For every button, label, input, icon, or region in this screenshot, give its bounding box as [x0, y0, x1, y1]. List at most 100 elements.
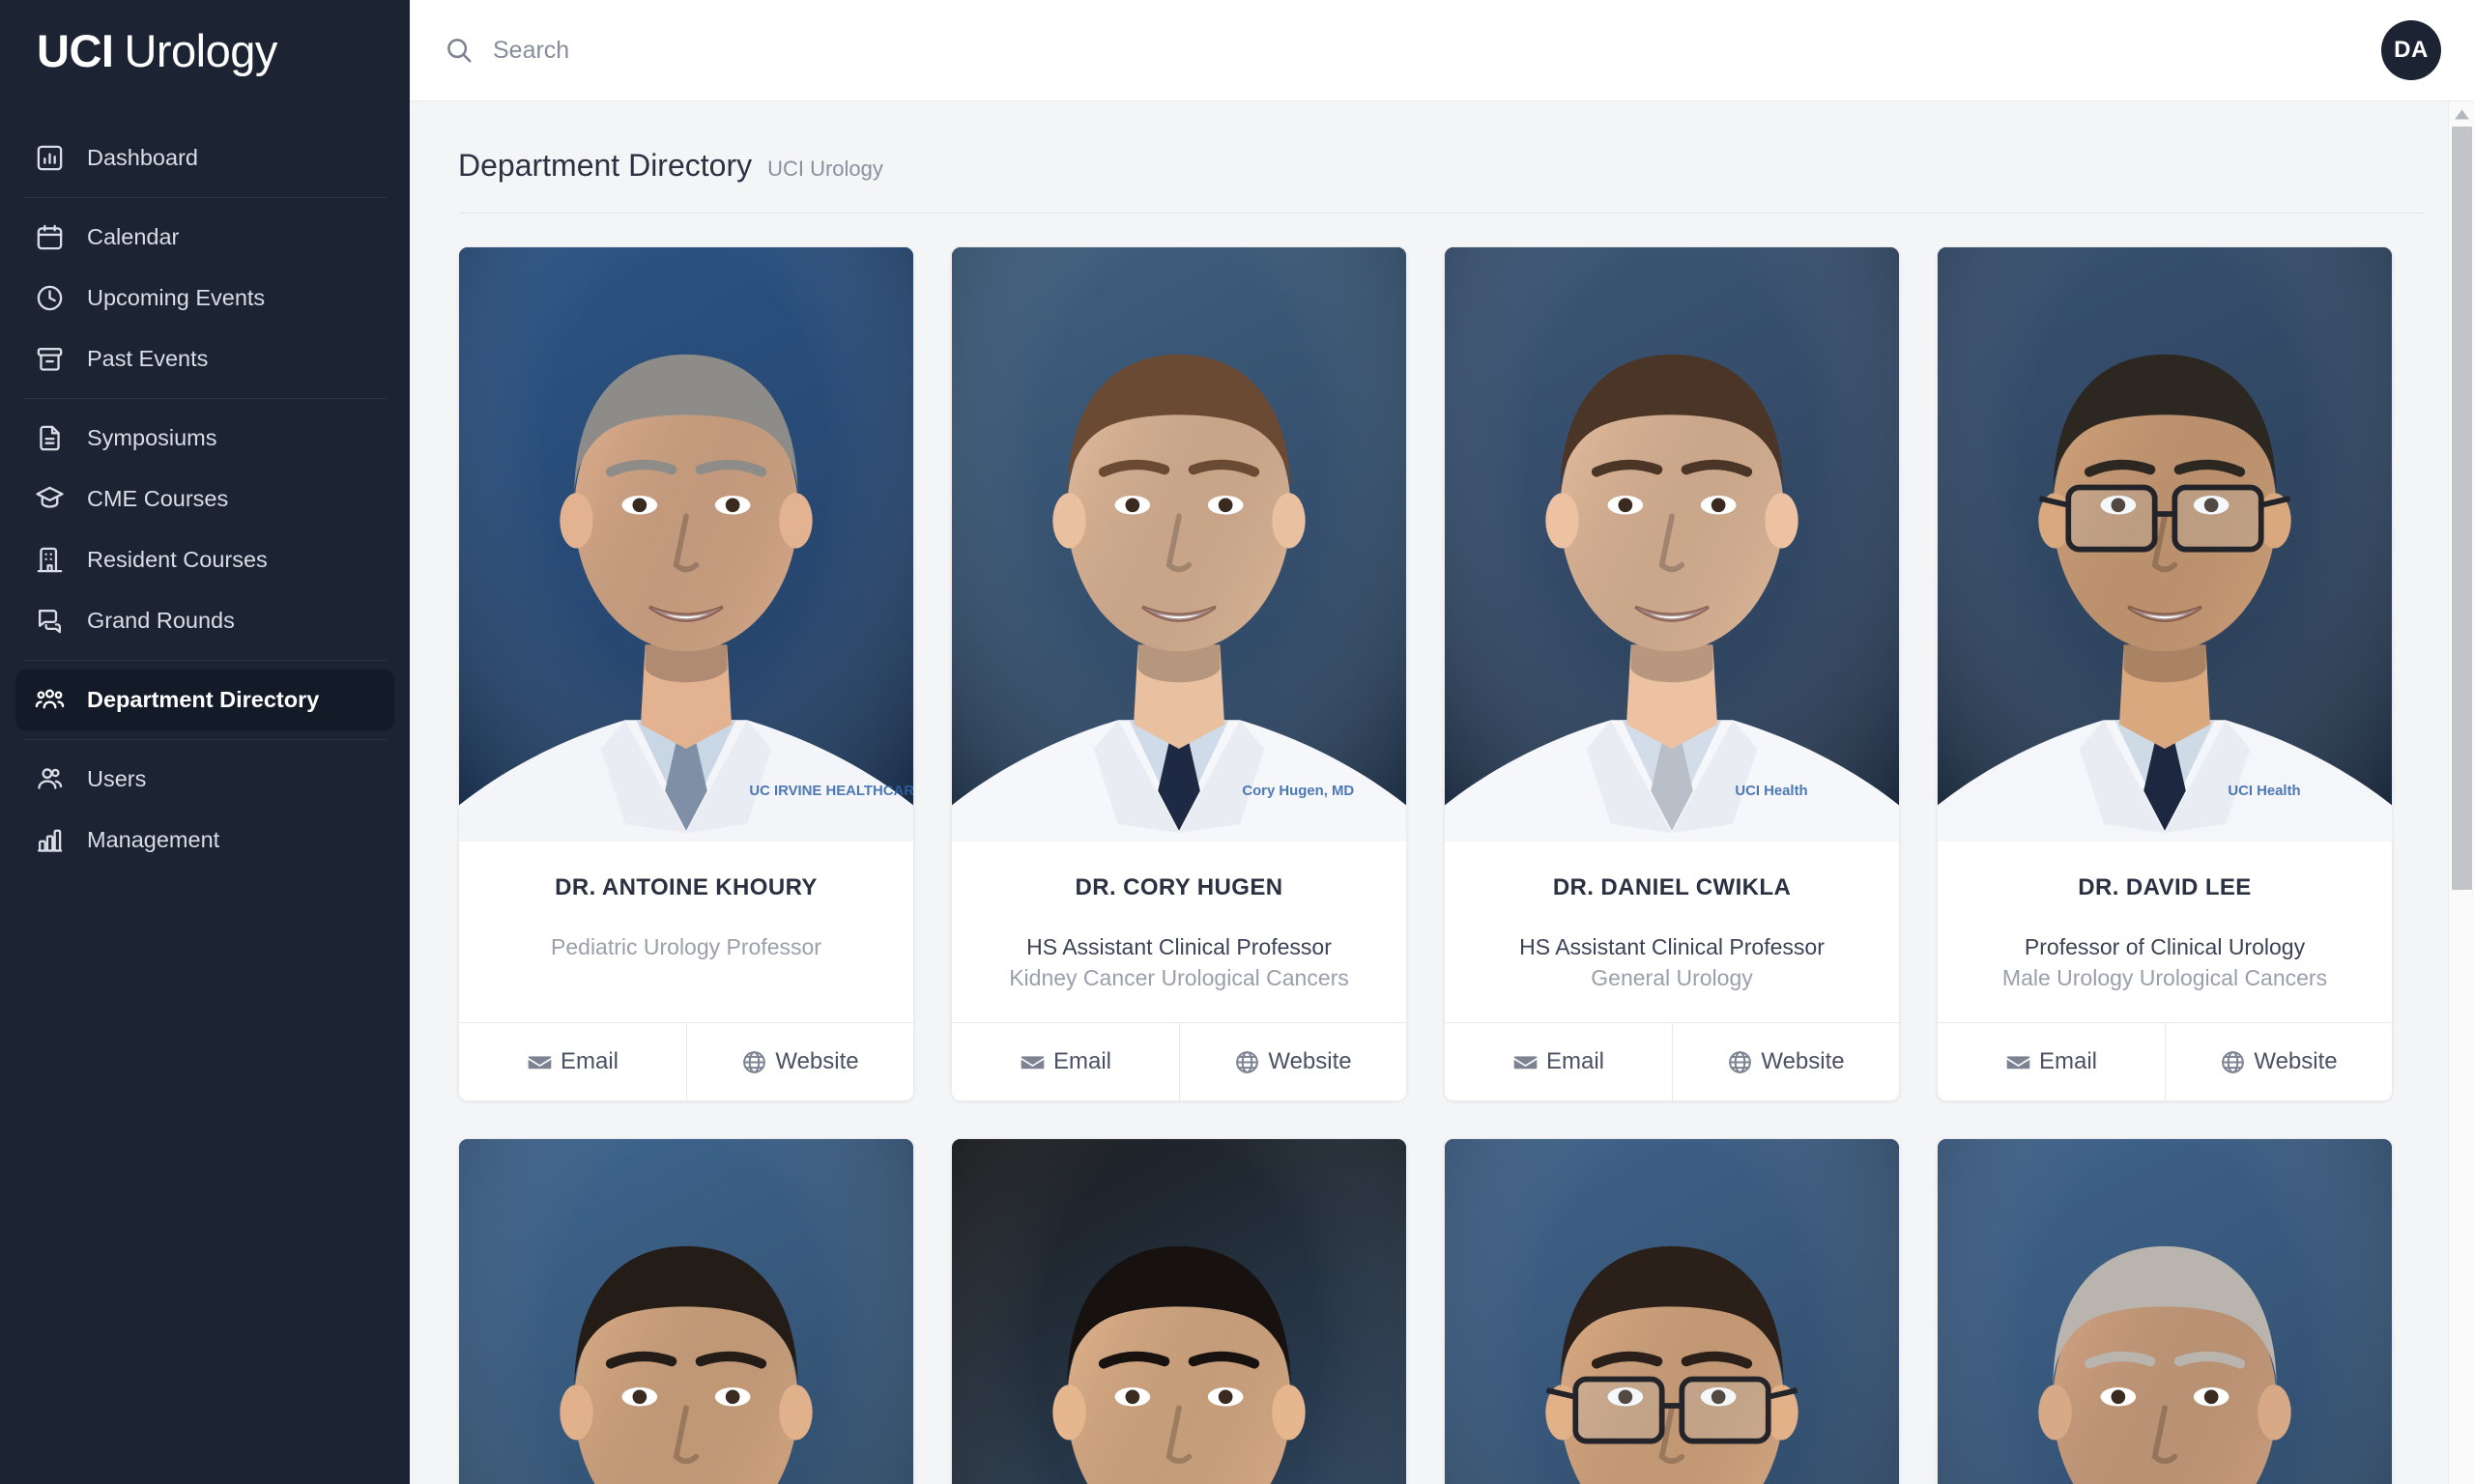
search-input[interactable]: [493, 26, 1169, 74]
sidebar: UCI Urology Dashboard Calendar Upcoming Ev…: [0, 0, 410, 1484]
card-body: DR. ANTOINE KHOURY Pediatric Urology Prof…: [459, 842, 913, 1022]
sidebar-item-grand-rounds[interactable]: Grand Rounds: [15, 590, 394, 651]
brand-logo[interactable]: UCI Urology: [0, 0, 410, 101]
doctor-specialty: General Urology: [1591, 964, 1753, 990]
card-body: DR. DAVID LEE Professor of Clinical Urolo…: [1938, 842, 2392, 1022]
directory-grid: UC IRVINE HEALTHCARE DR. ANTOINE KHOURY P…: [458, 214, 2426, 1484]
card-actions: Email Website: [1938, 1022, 2392, 1101]
sidebar-item-label: Dashboard: [87, 145, 198, 170]
sidebar-item-symposiums[interactable]: Symposiums: [15, 408, 394, 469]
scrollbar-thumb[interactable]: [2452, 127, 2472, 890]
website-label: Website: [1761, 1048, 1845, 1075]
directory-card[interactable]: Cory Hugen, MD DR. CORY HUGEN HS Assistan…: [951, 246, 1407, 1102]
avatar[interactable]: DA: [2381, 20, 2441, 80]
page-title: Department Directory: [458, 148, 753, 183]
email-label: Email: [2038, 1048, 2097, 1075]
graduation-cap-icon: [33, 483, 66, 516]
card-actions: Email Website: [459, 1022, 913, 1101]
envelope-icon: [527, 1049, 553, 1075]
sidebar-item-label: Department Directory: [87, 687, 320, 712]
sidebar-group: Calendar Upcoming Events Past Events: [15, 198, 394, 398]
card-actions: Email Website: [1445, 1022, 1899, 1101]
sidebar-item-calendar[interactable]: Calendar: [15, 207, 394, 268]
top-bar: DA: [410, 0, 2474, 101]
scroll-up-button[interactable]: [2449, 101, 2474, 127]
sidebar-item-cme-courses[interactable]: CME Courses: [15, 469, 394, 529]
doctor-photo: UCI Health: [1445, 247, 1899, 842]
envelope-icon: [2005, 1049, 2031, 1075]
sidebar-item-upcoming-events[interactable]: Upcoming Events: [15, 268, 394, 328]
content-scroll-area: Department Directory UCI Urology UC IRVI…: [410, 101, 2474, 1484]
email-button[interactable]: Email: [952, 1023, 1179, 1101]
sidebar-item-users[interactable]: Users: [15, 749, 394, 810]
website-button[interactable]: Website: [1672, 1023, 1899, 1101]
sidebar-item-label: Resident Courses: [87, 547, 268, 572]
doctor-specialty: Male Urology Urological Cancers: [2001, 964, 2328, 990]
vertical-scrollbar[interactable]: [2448, 101, 2474, 1484]
users-icon: [33, 763, 66, 796]
sidebar-item-label: Grand Rounds: [87, 608, 235, 633]
sidebar-item-label: Calendar: [87, 224, 180, 249]
doctor-name: DR. ANTOINE KHOURY: [555, 874, 818, 900]
website-label: Website: [1268, 1048, 1352, 1075]
directory-card[interactable]: [1444, 1138, 1900, 1484]
doctor-photo: Cory Hugen, MD: [952, 247, 1406, 842]
doctor-title: Professor of Clinical Urology: [2024, 934, 2306, 959]
email-button[interactable]: Email: [459, 1023, 686, 1101]
bar-chart-icon: [33, 824, 66, 857]
doctor-photo: [459, 1139, 913, 1484]
website-button[interactable]: Website: [2165, 1023, 2392, 1101]
svg-text:UCI Health: UCI Health: [1735, 784, 1807, 799]
directory-card[interactable]: [1937, 1138, 2393, 1484]
email-label: Email: [1052, 1048, 1111, 1075]
content-inner: Department Directory UCI Urology UC IRVI…: [410, 101, 2474, 1484]
sidebar-group: Users Management: [15, 740, 394, 879]
email-label: Email: [560, 1048, 618, 1075]
sidebar-item-department-directory[interactable]: Department Directory: [15, 670, 394, 730]
directory-card[interactable]: UCI Health DR. DAVID LEE Professor of Cli…: [1937, 246, 2393, 1102]
sidebar-item-past-events[interactable]: Past Events: [15, 328, 394, 389]
website-button[interactable]: Website: [686, 1023, 913, 1101]
globe-icon: [2220, 1049, 2246, 1075]
sidebar-group: Symposiums CME Courses Resident Courses Gra…: [15, 399, 394, 660]
document-icon: [33, 422, 66, 455]
main-area: DA Department Directory UCI Urology: [410, 0, 2474, 1484]
envelope-icon: [1512, 1049, 1539, 1075]
directory-card[interactable]: UCI Health DR. DANIEL CWIKLA HS Assistant…: [1444, 246, 1900, 1102]
sidebar-item-management[interactable]: Management: [15, 810, 394, 870]
avatar-initials: DA: [2394, 37, 2429, 63]
svg-text:UCI Health: UCI Health: [2228, 784, 2300, 799]
sidebar-item-resident-courses[interactable]: Resident Courses: [15, 529, 394, 590]
clock-icon: [33, 282, 66, 315]
sidebar-group: Dashboard: [15, 119, 394, 197]
svg-text:Cory Hugen, MD: Cory Hugen, MD: [1242, 784, 1354, 799]
doctor-title: Pediatric Urology Professor: [551, 934, 821, 959]
dashboard-icon: [33, 142, 66, 175]
email-button[interactable]: Email: [1445, 1023, 1672, 1101]
sidebar-nav: Dashboard Calendar Upcoming Events Past Eve…: [0, 101, 410, 879]
website-label: Website: [775, 1048, 859, 1075]
brand-light-text: Urology: [124, 25, 277, 76]
doctor-specialty: Kidney Cancer Urological Cancers: [1009, 964, 1349, 990]
website-button[interactable]: Website: [1179, 1023, 1406, 1101]
card-actions: Email Website: [952, 1022, 1406, 1101]
sidebar-item-dashboard[interactable]: Dashboard: [15, 128, 394, 188]
sidebar-item-label: Users: [87, 766, 147, 791]
doctor-name: DR. DANIEL CWIKLA: [1552, 874, 1792, 900]
doctor-photo: [1938, 1139, 2392, 1484]
globe-icon: [741, 1049, 767, 1075]
sidebar-item-label: CME Courses: [87, 486, 229, 511]
building-icon: [33, 544, 66, 577]
directory-card[interactable]: [951, 1138, 1407, 1484]
directory-card[interactable]: UC IRVINE HEALTHCARE DR. ANTOINE KHOURY P…: [458, 246, 914, 1102]
email-button[interactable]: Email: [1938, 1023, 2165, 1101]
page-subtitle: UCI Urology: [767, 157, 883, 181]
directory-card[interactable]: [458, 1138, 914, 1484]
doctor-title: HS Assistant Clinical Professor: [1026, 934, 1332, 959]
envelope-icon: [1020, 1049, 1046, 1075]
calendar-icon: [33, 221, 66, 254]
group-people-icon: [33, 684, 66, 717]
search-container[interactable]: [445, 26, 2381, 74]
svg-text:UC IRVINE HEALTHCARE: UC IRVINE HEALTHCARE: [749, 784, 913, 799]
search-icon: [445, 36, 474, 65]
